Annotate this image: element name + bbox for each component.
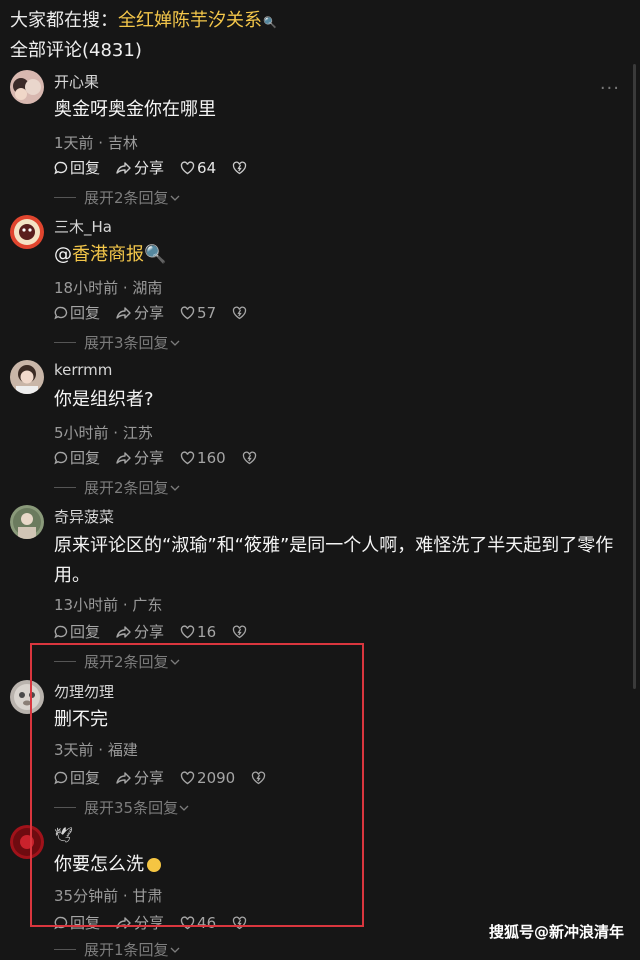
comment-text: @香港商报🔍	[54, 240, 624, 270]
heart-icon	[180, 450, 195, 464]
share-icon	[116, 161, 131, 174]
dislike-heart-icon	[232, 306, 247, 319]
like-count: 57	[197, 303, 217, 322]
chevron-down-icon	[170, 340, 180, 346]
expand-replies-label: 展开3条回复	[84, 334, 169, 352]
avatar[interactable]	[10, 360, 44, 394]
expand-replies-button[interactable]: 展开3条回复	[54, 332, 181, 353]
expand-replies-label: 展开2条回复	[84, 479, 169, 497]
share-button[interactable]: 分享	[116, 302, 164, 323]
comment-meta: 5小时前 · 江苏	[54, 424, 153, 442]
comment-author[interactable]: 开心果	[54, 71, 99, 92]
like-button[interactable]: 57	[180, 304, 216, 322]
share-icon	[116, 451, 131, 464]
reply-icon	[54, 306, 68, 319]
like-button[interactable]: 160	[180, 449, 226, 467]
dislike-button[interactable]	[232, 306, 247, 320]
chevron-down-icon	[170, 195, 180, 201]
comment-meta: 1天前 · 吉林	[54, 134, 138, 152]
share-button[interactable]: 分享	[116, 621, 164, 642]
like-count: 16	[197, 622, 217, 641]
dislike-button[interactable]	[232, 161, 247, 175]
share-icon	[116, 625, 131, 638]
reply-icon	[54, 625, 68, 638]
dislike-button[interactable]	[242, 451, 257, 465]
comment-author[interactable]: 奇异菠菜	[54, 506, 114, 527]
reply-icon	[54, 161, 68, 174]
comment-meta: 18小时前 · 湖南	[54, 279, 163, 297]
avatar[interactable]	[10, 215, 44, 249]
reply-button[interactable]: 回复	[54, 447, 100, 468]
share-label: 分享	[134, 159, 165, 177]
reply-icon	[54, 451, 68, 464]
share-button[interactable]: 分享	[116, 157, 164, 178]
reply-label: 回复	[70, 449, 101, 467]
reply-label: 回复	[70, 623, 101, 641]
avatar[interactable]	[10, 70, 44, 104]
comment-author[interactable]: 三木_Ha	[54, 216, 112, 237]
heart-icon	[180, 305, 195, 319]
avatar[interactable]	[10, 505, 44, 539]
share-button[interactable]: 分享	[116, 447, 164, 468]
dislike-heart-icon	[232, 161, 247, 174]
heart-icon	[180, 160, 195, 174]
like-count: 64	[197, 158, 217, 177]
comment-meta: 13小时前 · 广东	[54, 596, 163, 614]
search-suggestion-term[interactable]: 全红婵陈芋汐关系	[118, 10, 262, 31]
reply-label: 回复	[70, 304, 101, 322]
share-label: 分享	[134, 304, 165, 322]
reply-button[interactable]: 回复	[54, 302, 100, 323]
expand-replies-label: 展开2条回复	[84, 189, 169, 207]
comment-text: 原来评论区的“淑瑜”和“筱雅”是同一个人啊，难怪洗了半天起到了零作用。	[54, 535, 614, 586]
expand-replies-button[interactable]: 展开2条回复	[54, 187, 181, 208]
like-count: 160	[197, 448, 226, 467]
mention-prefix: @	[54, 244, 72, 265]
search-suggestion-label: 大家都在搜：	[10, 10, 118, 31]
share-label: 分享	[134, 449, 165, 467]
like-button[interactable]: 16	[180, 623, 216, 641]
share-label: 分享	[134, 623, 165, 641]
search-icon[interactable]: 🔍	[144, 244, 166, 265]
reply-label: 回复	[70, 159, 101, 177]
dislike-heart-icon	[242, 451, 256, 464]
comment-text: 你是组织者?	[54, 389, 154, 410]
chevron-down-icon	[170, 485, 180, 491]
like-button[interactable]: 64	[180, 159, 216, 177]
scrollbar[interactable]	[633, 64, 636, 689]
share-icon	[116, 306, 131, 319]
comment-author[interactable]: kerrmm	[54, 361, 112, 379]
dislike-heart-icon	[232, 625, 247, 638]
expand-replies-button[interactable]: 展开2条回复	[54, 477, 181, 498]
reply-button[interactable]: 回复	[54, 621, 100, 642]
highlight-box	[30, 643, 364, 927]
dislike-button[interactable]	[232, 625, 247, 639]
search-suggestion-bar[interactable]: 大家都在搜：全红婵陈芋汐关系🔍	[10, 6, 277, 32]
watermark: 搜狐号@新冲浪清年	[488, 923, 624, 941]
comment-text: 奥金呀奥金你在哪里	[54, 99, 216, 120]
mention-link[interactable]: 香港商报	[72, 244, 144, 265]
reply-button[interactable]: 回复	[54, 157, 100, 178]
search-icon[interactable]: 🔍	[263, 16, 277, 29]
heart-icon	[180, 624, 195, 638]
comment-count-heading: 全部评论(4831)	[10, 40, 142, 61]
